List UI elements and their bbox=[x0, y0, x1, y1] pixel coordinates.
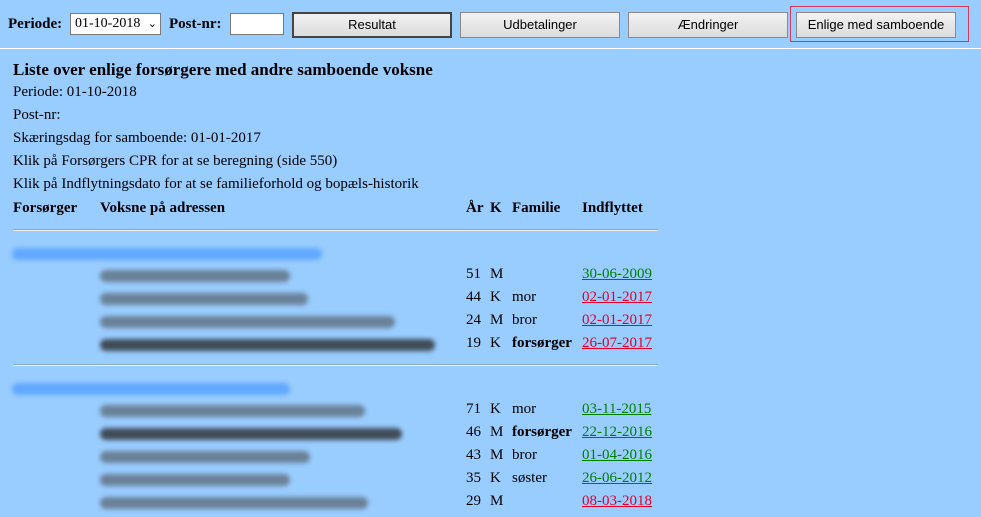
row-age: 46 bbox=[466, 424, 481, 440]
resident-name bbox=[100, 293, 308, 305]
row-familie: mor bbox=[512, 401, 537, 417]
resident-name bbox=[100, 405, 365, 417]
resident-name bbox=[100, 474, 290, 486]
enlige-button[interactable]: Enlige med samboende bbox=[796, 12, 956, 38]
skaeringsdag-line: Skæringsdag for samboende: 01-01-2017 bbox=[13, 130, 261, 146]
header-familie: Familie bbox=[512, 200, 561, 216]
row-age: 43 bbox=[466, 447, 481, 463]
header-k: K bbox=[490, 200, 502, 216]
header-forsorger: Forsørger bbox=[13, 200, 78, 216]
header-voksne: Voksne på adressen bbox=[100, 200, 226, 216]
toolbar: Periode: 01-10-2018 ⌄ Post-nr: Resultat … bbox=[0, 0, 981, 49]
aendringer-button[interactable]: Ændringer bbox=[628, 12, 788, 38]
row-familie: forsørger bbox=[512, 335, 572, 351]
row-k: K bbox=[490, 289, 501, 305]
row-age: 35 bbox=[466, 470, 481, 486]
hint-indflytning: Klik på Indflytningsdato for at se famil… bbox=[13, 176, 419, 192]
postnr-line: Post-nr: bbox=[13, 107, 61, 123]
header-indflyttet: Indflyttet bbox=[582, 200, 643, 216]
resident-name bbox=[100, 497, 368, 509]
header-aar: År bbox=[466, 200, 484, 216]
report-title: Liste over enlige forsørgere med andre s… bbox=[13, 60, 433, 79]
chevron-down-icon: ⌄ bbox=[147, 17, 157, 30]
indflyttet-date-link[interactable]: 26-07-2017 bbox=[582, 335, 652, 352]
row-k: M bbox=[490, 312, 504, 328]
postnr-label: Post-nr: bbox=[169, 16, 222, 32]
row-k: K bbox=[490, 401, 501, 417]
row-age: 29 bbox=[466, 493, 481, 509]
indflyttet-date-link[interactable]: 08-03-2018 bbox=[582, 493, 652, 510]
row-k: K bbox=[490, 470, 501, 486]
hint-cpr: Klik på Forsørgers CPR for at se beregni… bbox=[13, 153, 338, 169]
row-familie: mor bbox=[512, 289, 537, 305]
resident-name bbox=[100, 428, 402, 440]
postnr-input[interactable] bbox=[230, 13, 284, 35]
indflyttet-date-link[interactable]: 30-06-2009 bbox=[582, 266, 652, 283]
separator bbox=[13, 364, 658, 366]
periode-select-value: 01-10-2018 bbox=[75, 16, 141, 31]
row-age: 51 bbox=[466, 266, 481, 282]
row-k: K bbox=[490, 335, 501, 351]
periode-select[interactable]: 01-10-2018 ⌄ bbox=[70, 13, 161, 35]
row-k: M bbox=[490, 493, 504, 509]
resultat-button[interactable]: Resultat bbox=[292, 12, 452, 38]
indflyttet-date-link[interactable]: 22-12-2016 bbox=[582, 424, 652, 441]
resident-name bbox=[100, 339, 435, 351]
row-age: 24 bbox=[466, 312, 481, 328]
row-familie: søster bbox=[512, 470, 547, 486]
row-age: 44 bbox=[466, 289, 481, 305]
indflyttet-date-link[interactable]: 02-01-2017 bbox=[582, 312, 652, 329]
periode-line: Periode: 01-10-2018 bbox=[13, 84, 137, 100]
separator bbox=[13, 229, 658, 231]
resident-name bbox=[100, 270, 290, 282]
row-familie: bror bbox=[512, 312, 537, 328]
row-age: 19 bbox=[466, 335, 481, 351]
row-k: M bbox=[490, 447, 504, 463]
indflyttet-date-link[interactable]: 03-11-2015 bbox=[582, 401, 651, 418]
udbetalinger-button[interactable]: Udbetalinger bbox=[460, 12, 620, 38]
indflyttet-date-link[interactable]: 02-01-2017 bbox=[582, 289, 652, 306]
resident-name bbox=[100, 451, 310, 463]
indflyttet-date-link[interactable]: 01-04-2016 bbox=[582, 447, 652, 464]
row-familie: bror bbox=[512, 447, 537, 463]
forsorger-cpr-link[interactable] bbox=[12, 248, 322, 260]
row-k: M bbox=[490, 266, 504, 282]
forsorger-cpr-link[interactable] bbox=[12, 383, 290, 395]
row-k: M bbox=[490, 424, 504, 440]
row-familie: forsørger bbox=[512, 424, 572, 440]
periode-label: Periode: bbox=[8, 16, 63, 32]
resident-name bbox=[100, 316, 395, 328]
indflyttet-date-link[interactable]: 26-06-2012 bbox=[582, 470, 652, 487]
row-age: 71 bbox=[466, 401, 481, 417]
